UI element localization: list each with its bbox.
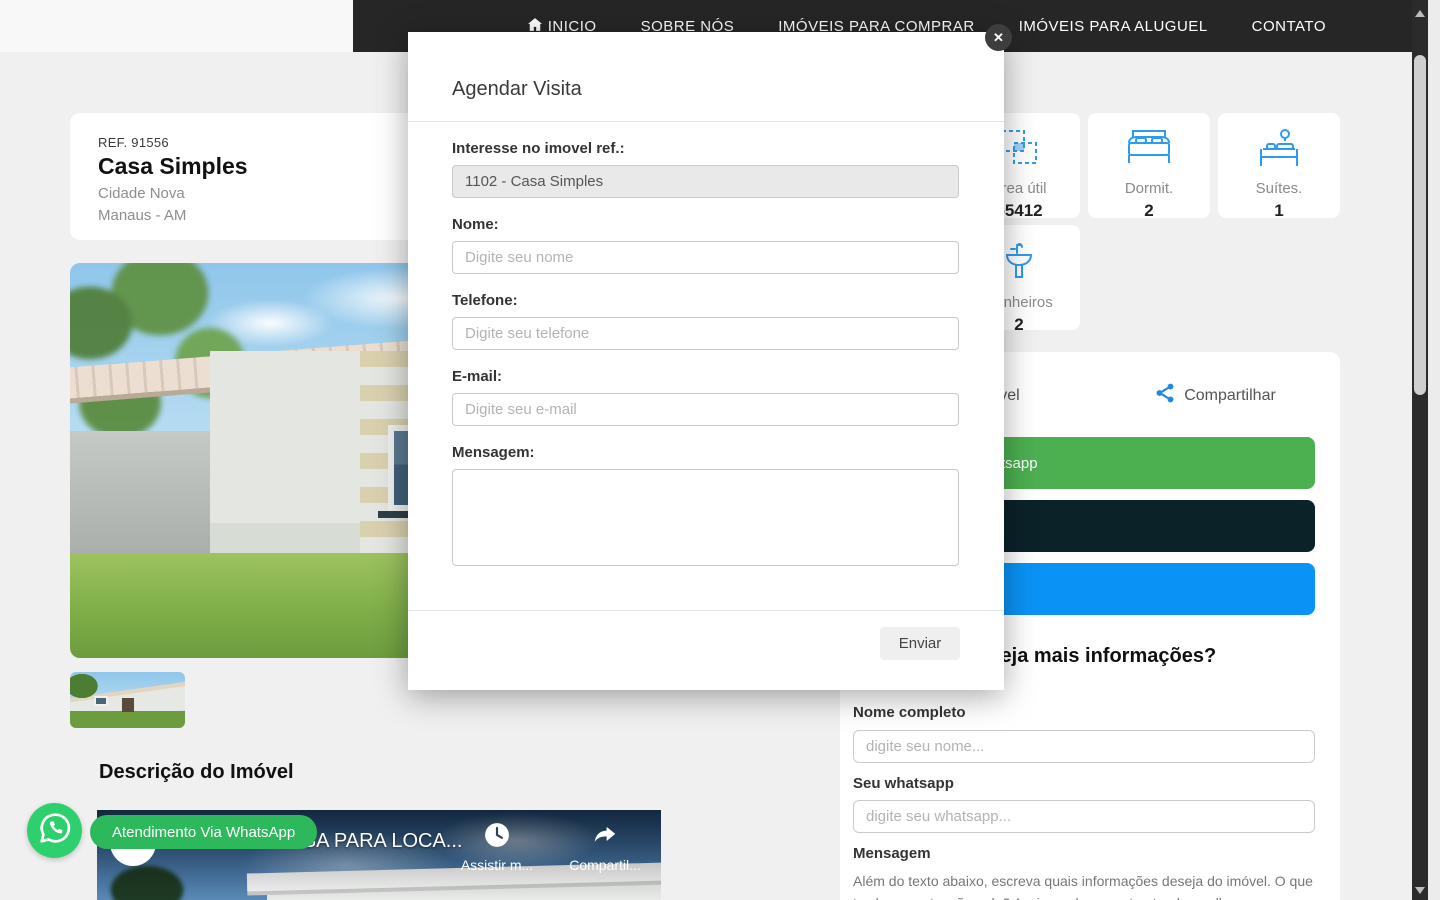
photo-boundary-wall — [70, 431, 220, 566]
feature-label: Suítes. — [1218, 180, 1340, 197]
modal-title: Agendar Visita — [452, 78, 960, 101]
email-label: E-mail: — [452, 368, 960, 385]
nav-item-contato[interactable]: CONTATO — [1252, 18, 1326, 35]
feature-card-dormitorios: Dormit. 2 — [1088, 113, 1210, 218]
modal-close-button[interactable]: ✕ — [985, 24, 1012, 51]
video-share-button[interactable]: Compartil... — [565, 822, 645, 873]
bed-icon — [1125, 156, 1173, 173]
page-edge — [1428, 0, 1440, 900]
nav-label: IMÓVEIS PARA ALUGUEL — [1019, 18, 1208, 35]
schedule-visit-modal: Agendar Visita Interesse no imovel ref.:… — [408, 32, 1004, 690]
inquiry-whatsapp-input[interactable] — [853, 800, 1315, 833]
inquiry-whatsapp-label: Seu whatsapp — [853, 775, 954, 792]
nav-item-imoveis-aluguel[interactable]: IMÓVEIS PARA ALUGUEL — [1019, 18, 1208, 35]
interest-ref-input — [452, 165, 959, 198]
scrollbar-up-arrow[interactable] — [1415, 10, 1425, 17]
nav-label: CONTATO — [1252, 18, 1326, 35]
message-label: Mensagem: — [452, 444, 960, 461]
watch-later-label: Assistir m... — [461, 857, 533, 873]
feature-value: 1 — [1218, 201, 1340, 221]
modal-divider — [408, 121, 1004, 122]
message-textarea[interactable] — [452, 469, 959, 566]
whatsapp-float-label[interactable]: Atendimento Via WhatsApp — [90, 815, 317, 849]
scrollbar-thumb[interactable] — [1414, 55, 1426, 395]
inquiry-name-input[interactable] — [853, 730, 1315, 763]
description-heading: Descrição do Imóvel — [99, 761, 294, 784]
feature-label: Dormit. — [1088, 180, 1210, 197]
name-label: Nome: — [452, 216, 960, 233]
inquiry-message-label: Mensagem — [853, 845, 931, 862]
clock-icon — [457, 822, 537, 851]
header-logo-area — [0, 0, 353, 52]
phone-input[interactable] — [452, 317, 959, 350]
email-input[interactable] — [452, 393, 959, 426]
thumb-door — [122, 698, 134, 712]
inquiry-name-label: Nome completo — [853, 704, 966, 721]
photo-thumbnail[interactable] — [70, 672, 185, 728]
share-icon — [1154, 382, 1176, 409]
suite-icon — [1255, 156, 1303, 173]
page: INICIO SOBRE NÓS IMÓVEIS PARA COMPRAR IM… — [0, 0, 1440, 900]
close-icon: ✕ — [993, 30, 1004, 46]
send-button[interactable]: Enviar — [880, 627, 960, 660]
modal-footer: Enviar — [408, 610, 1004, 690]
feature-card-suites: Suítes. 1 — [1218, 113, 1340, 218]
video-share-label: Compartil... — [569, 857, 641, 873]
share-arrow-icon — [565, 822, 645, 851]
feature-value: 2 — [1088, 201, 1210, 221]
inquiry-message-hint: Além do texto abaixo, escreva quais info… — [853, 871, 1315, 900]
phone-label: Telefone: — [452, 292, 960, 309]
scrollbar-down-arrow[interactable] — [1415, 887, 1425, 894]
name-input[interactable] — [452, 241, 959, 274]
whatsapp-float-button[interactable] — [27, 803, 82, 858]
whatsapp-label-text: Atendimento Via WhatsApp — [112, 824, 295, 841]
interest-label: Interesse no imovel ref.: — [452, 140, 960, 157]
page-scrollbar[interactable] — [1412, 0, 1428, 900]
share-label: Compartilhar — [1184, 387, 1276, 405]
share-property-button[interactable]: Compartilhar — [1090, 382, 1340, 409]
whatsapp-icon — [39, 812, 71, 849]
video-watch-later-button[interactable]: Assistir m... — [457, 822, 537, 873]
thumb-window — [94, 696, 108, 706]
